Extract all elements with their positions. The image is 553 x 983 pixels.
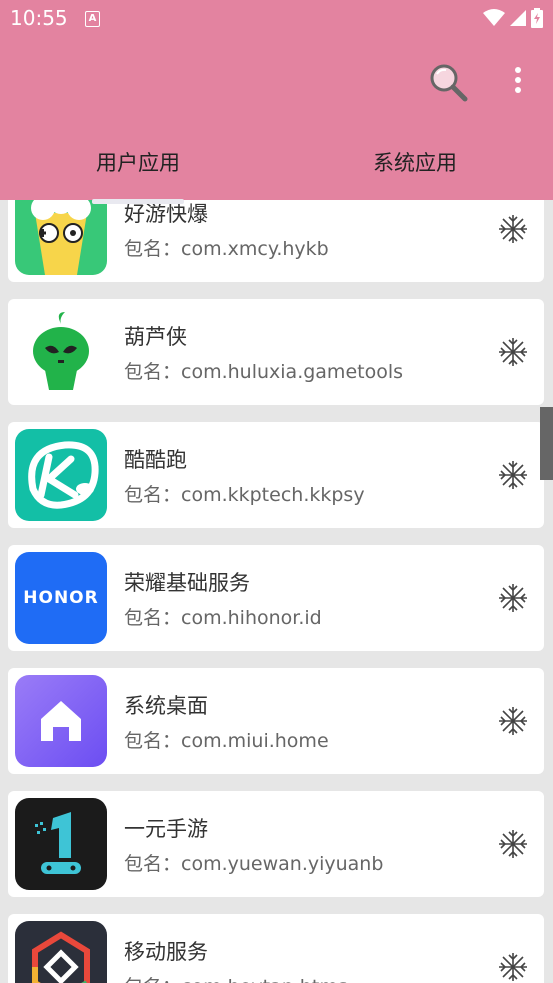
app-name: 移动服务 [124,940,208,964]
tab-bar: 用户应用 系统应用 [0,132,553,192]
list-item-app[interactable]: HONOR 荣耀基础服务 包名：com.hihonor.id [8,545,544,651]
status-bar: 10:55 A [0,0,553,38]
signal-icon [510,10,526,26]
honor-logo-text: HONOR [23,588,99,608]
wifi-icon [483,9,505,26]
tab-indicator [92,199,184,204]
snowflake-icon[interactable] [498,829,528,859]
app-package: 包名：com.hihonor.id [124,607,322,629]
snowflake-icon[interactable] [498,706,528,736]
heytap-icon [15,921,107,983]
list-item-app[interactable]: 一元手游 包名：com.yuewan.yiyuanb [8,791,544,897]
list-item-app[interactable]: 移动服务 包名：com.heytap.htms [8,914,544,983]
home-icon [15,675,107,767]
app-package: 包名：com.kkptech.kkpsy [124,484,365,506]
honor-icon: HONOR [15,552,107,644]
app-package: 包名：com.heytap.htms [124,972,348,983]
app-name: 荣耀基础服务 [124,571,250,595]
app-name: 葫芦侠 [124,325,187,349]
snowflake-icon[interactable] [498,460,528,490]
status-time: 10:55 [10,6,68,30]
scrollbar-thumb[interactable] [540,407,553,480]
app-package: 包名：com.yuewan.yiyuanb [124,853,384,875]
list-item-app[interactable]: 酷酷跑 包名：com.kkptech.kkpsy [8,422,544,528]
tab-system-apps[interactable]: 系统应用 [277,132,553,192]
app-package: 包名：com.miui.home [124,730,329,752]
app-name: 酷酷跑 [124,448,187,472]
app-name: 系统桌面 [124,694,208,718]
tab-user-apps[interactable]: 用户应用 [0,132,276,192]
app-name: 一元手游 [124,817,208,841]
list-item-app[interactable]: 葫芦侠 包名：com.huluxia.gametools [8,299,544,405]
app-name: 好游快爆 [124,202,208,226]
haoyou-popcorn-icon [15,200,107,275]
huluxia-alien-icon [15,306,107,398]
app-list[interactable]: 好游快爆 包名：com.xmcy.hykb 葫芦侠 包名：com.huluxia… [0,200,553,983]
snowflake-icon[interactable] [498,214,528,244]
search-icon[interactable] [428,62,468,102]
snowflake-icon[interactable] [498,952,528,982]
snowflake-icon[interactable] [498,337,528,367]
battery-icon [531,8,543,28]
kukupao-icon [15,429,107,521]
list-item-app[interactable]: 好游快爆 包名：com.xmcy.hykb [8,200,544,282]
list-item-app[interactable]: 系统桌面 包名：com.miui.home [8,668,544,774]
notification-a-icon: A [85,11,100,27]
app-bar: 10:55 A 用户应用 系统应用 [0,0,553,200]
system-icons [483,8,543,28]
app-package: 包名：com.xmcy.hykb [124,238,329,260]
yiyuan-icon [15,798,107,890]
app-package: 包名：com.huluxia.gametools [124,361,404,383]
snowflake-icon[interactable] [498,583,528,613]
more-vert-icon[interactable] [508,62,528,102]
